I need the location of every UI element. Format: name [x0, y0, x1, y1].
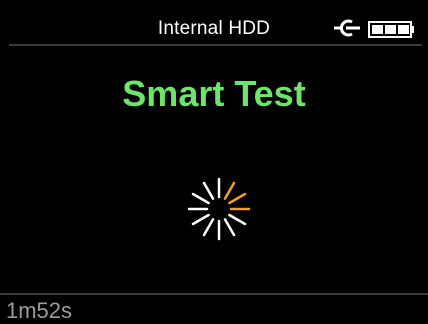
spinner-spoke: [228, 213, 247, 226]
power-plug-icon: [334, 19, 360, 37]
footer-divider: [0, 293, 428, 295]
spinner-spoke: [191, 213, 210, 226]
header-bar: Internal HDD: [0, 0, 428, 46]
spinner-spoke: [223, 181, 236, 200]
device-title: Internal HDD: [157, 18, 271, 39]
loading-spinner-icon: [187, 177, 251, 241]
spinner-spoke: [223, 218, 236, 237]
spinner-spoke: [228, 192, 247, 205]
spinner-spoke: [191, 192, 210, 205]
battery-icon: [368, 21, 414, 38]
screen-title: Smart Test: [122, 73, 306, 114]
elapsed-time: 1m52s: [6, 298, 73, 323]
spinner-spoke: [202, 181, 215, 200]
spinner-spoke: [202, 218, 215, 237]
header-divider: [9, 44, 422, 46]
